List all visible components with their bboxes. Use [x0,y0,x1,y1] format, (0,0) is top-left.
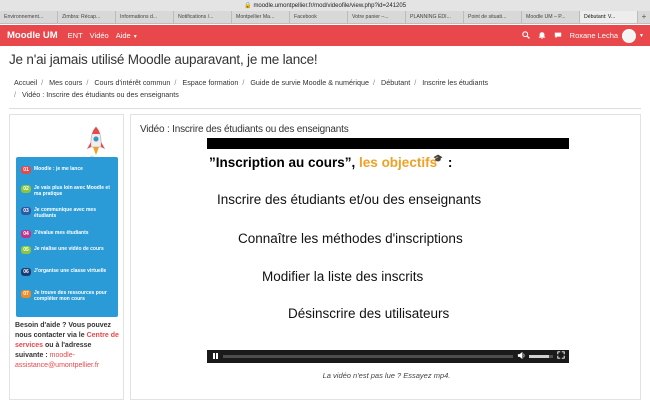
bell-icon[interactable] [538,31,546,41]
user-name[interactable]: Roxane Lecha [570,31,618,40]
guide-card[interactable]: 01 Moodle : je me lance 02 Je vais plus … [16,157,118,317]
guide-item-label: Je vais plus loin avec Moodle et ma prat… [34,185,110,197]
address-bar[interactable]: 🔒 moodle.umontpellier.fr/mod/videofile/v… [0,0,650,11]
video-fallback-text[interactable]: La vidéo n'est pas lue ? Essayez mp4. [131,371,642,380]
guide-item-number: 05 [21,246,31,254]
browser-tab[interactable]: Facebook [290,11,348,23]
guide-item[interactable]: 07 Je trouve des ressources pour complét… [21,290,114,302]
guide-item-label: J'évalue mes étudiants [34,230,89,236]
main-content: Vidéo : Inscrire des étudiants ou des en… [130,114,641,400]
chevron-down-icon[interactable]: ▼ [639,33,644,39]
help-text: Besoin d'aide ? Vous pouvez nous contact… [15,321,120,371]
breadcrumb: Accueil / Mes cours / Cours d'intérêt comm… [14,77,634,101]
breadcrumb-separator: / [14,90,16,99]
slide-line: Désinscrire des utilisateurs [288,306,450,321]
guide-item-label: Je communique avec mes étudiants [34,207,96,219]
slide-heading-suffix: : [447,155,453,170]
guide-item[interactable]: 04 J'évalue mes étudiants [21,230,114,238]
breadcrumb-separator: / [373,78,376,87]
browser-tab[interactable]: Moodle UM – P... [522,11,580,23]
nav-aide[interactable]: Aide ▼ [116,31,138,40]
video-top-band [207,138,569,149]
slide-heading-accent: les objectifs [359,155,438,170]
guide-item-label: Je trouve des ressources pour compléter … [34,290,107,302]
guide-item-number: 07 [21,290,31,298]
search-icon[interactable] [521,30,530,41]
nav-video[interactable]: Vidéo [90,31,109,40]
avatar[interactable] [622,28,637,43]
slide-line: Modifier la liste des inscrits [262,269,424,284]
moodle-navbar: Moodle UM ENT Vidéo Aide ▼ Roxane Lecha ▼ [0,25,650,46]
volume-fill [529,355,550,358]
slide-heading: ”Inscription au cours”, les objectifs🎓 : [209,154,453,170]
breadcrumb-item[interactable]: Cours d'intérêt commun [94,78,170,87]
graduation-cap-icon: 🎓 [433,154,444,163]
breadcrumb-separator: / [41,78,44,87]
breadcrumb-separator: / [174,78,177,87]
user-area: Roxane Lecha ▼ [521,28,644,43]
guide-item-label: Je réalise une vidéo de cours [34,246,104,252]
browser-tab[interactable]: Informations d... [116,11,174,23]
slide-heading-prefix: ”Inscription au cours”, [209,155,356,170]
content-title: Vidéo : Inscrire des étudiants ou des en… [140,124,349,135]
video-controls [207,350,569,363]
chat-icon[interactable] [554,31,562,41]
pause-icon[interactable] [213,353,215,359]
breadcrumb-separator: / [242,78,245,87]
guide-item-label: J'organise une classe virtuelle [34,268,107,274]
guide-item-number: 02 [21,185,31,193]
browser-tab-strip: Environnement... Zimbra: Récap... Inform… [0,11,650,24]
guide-item[interactable]: 01 Moodle : je me lance [21,166,114,174]
breadcrumb-item[interactable]: Accueil [14,78,37,87]
video-player[interactable]: ”Inscription au cours”, les objectifs🎓 :… [207,138,569,363]
volume-icon[interactable] [517,351,526,362]
guide-block: 01 Moodle : je me lance 02 Je vais plus … [9,114,124,400]
volume-slider[interactable] [529,355,553,358]
guide-item-number: 03 [21,207,31,215]
browser-tab[interactable]: Point de situati... [464,11,522,23]
browser-tab[interactable]: Votre panier –... [348,11,406,23]
guide-item-number: 01 [21,166,31,174]
guide-item[interactable]: 02 Je vais plus loin avec Moodle et ma p… [21,185,114,197]
fullscreen-icon[interactable] [557,351,565,361]
browser-tab[interactable]: Environnement... [0,11,58,23]
site-brand[interactable]: Moodle UM [7,30,58,41]
new-tab-icon[interactable]: + [638,11,650,23]
page-title: Je n'ai jamais utilisé Moodle auparavant… [9,52,318,67]
browser-tab[interactable]: Notifications /... [174,11,232,23]
guide-item-number: 04 [21,230,31,238]
divider [9,108,641,109]
nav-ent[interactable]: ENT [68,31,83,40]
progress-bar[interactable] [223,355,513,358]
breadcrumb-item[interactable]: Guide de survie Moodle & numérique [250,78,369,87]
browser-tab[interactable]: Zimbra: Récap... [58,11,116,23]
guide-item-number: 06 [21,268,31,276]
breadcrumb-separator: / [414,78,417,87]
guide-item[interactable]: 05 Je réalise une vidéo de cours [21,246,114,254]
breadcrumb-item[interactable]: Espace formation [182,78,238,87]
breadcrumb-item[interactable]: Inscrire les étudiants [422,78,488,87]
breadcrumb-item[interactable]: Débutant [381,78,410,87]
breadcrumb-item[interactable]: Mes cours [49,78,82,87]
url-text[interactable]: moodle.umontpellier.fr/mod/videofile/vie… [253,3,406,9]
breadcrumb-separator: / [86,78,89,87]
lock-icon: 🔒 [243,3,252,9]
browser-tab[interactable]: Montpellier Ma... [232,11,290,23]
guide-item[interactable]: 03 Je communique avec mes étudiants [21,207,114,219]
breadcrumb-current: Vidéo : Inscrire des étudiants ou des en… [22,90,179,99]
browser-tab-active[interactable]: Débutant: V... [580,11,638,23]
browser-tab[interactable]: PLANNING ÉDI... [406,11,464,23]
slide-line: Inscrire des étudiants et/ou des enseign… [217,192,482,207]
guide-item[interactable]: 06 J'organise une classe virtuelle [21,268,114,276]
chevron-down-icon: ▼ [132,34,138,40]
nav-aide-label: Aide [115,31,131,40]
slide-line: Connaître les méthodes d'inscriptions [238,231,463,246]
guide-item-label: Moodle : je me lance [34,166,83,172]
